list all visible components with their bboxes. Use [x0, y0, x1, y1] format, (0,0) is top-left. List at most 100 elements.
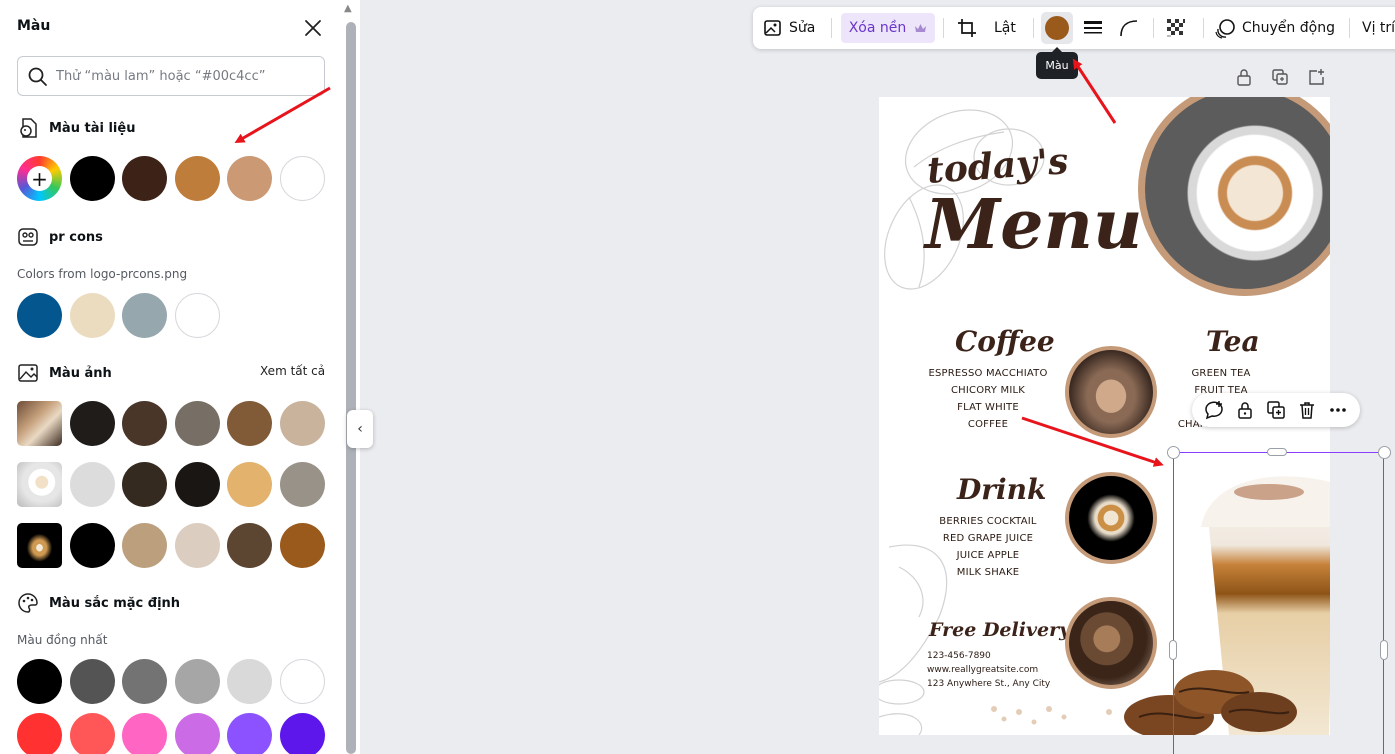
drink-item: BERRIES COCKTAIL [939, 516, 1037, 527]
duplicate-page-icon[interactable] [1271, 68, 1289, 86]
color-search-field[interactable] [17, 56, 325, 96]
default-color-swatch[interactable] [122, 659, 167, 704]
default-color-swatch[interactable] [174, 659, 220, 704]
photo-color-swatch[interactable] [174, 523, 220, 568]
toolbar-divider [1153, 18, 1154, 38]
document-color-swatch[interactable] [227, 156, 272, 201]
position-label: Vị trí [1362, 20, 1395, 36]
image-icon [18, 364, 38, 382]
default-color-swatch[interactable] [227, 713, 272, 754]
selection-box[interactable] [1173, 452, 1384, 754]
photo-color-swatch[interactable] [69, 523, 115, 568]
default-color-swatch[interactable] [279, 659, 325, 704]
default-color-swatch[interactable] [69, 659, 115, 704]
corner-rounding-button[interactable] [1119, 7, 1139, 49]
duplicate-icon[interactable] [1265, 399, 1287, 421]
drink-item: MILK SHAKE [956, 567, 1020, 578]
color-button[interactable] [1041, 12, 1073, 44]
crop-button[interactable] [956, 7, 978, 49]
coffee-item: FLAT WHITE [957, 402, 1019, 413]
photo-color-swatch[interactable] [279, 401, 325, 446]
search-input[interactable] [56, 65, 316, 87]
see-all-link[interactable]: Xem tất cả [260, 364, 325, 378]
corner-radius-icon [1120, 20, 1138, 37]
search-icon [28, 67, 47, 86]
brand-color-swatch[interactable] [69, 293, 115, 338]
resize-handle-left[interactable] [1169, 640, 1177, 660]
flip-label: Lật [994, 20, 1016, 36]
add-color-button[interactable]: + [17, 156, 62, 201]
default-color-swatch[interactable] [227, 659, 272, 704]
collapse-panel-button[interactable]: ‹ [347, 410, 373, 448]
resize-handle-right[interactable] [1380, 640, 1388, 660]
document-palette-icon [20, 118, 37, 138]
photo-color-swatch[interactable] [122, 401, 167, 446]
remove-background-button[interactable]: Xóa nền [841, 13, 935, 43]
document-color-swatch[interactable] [279, 156, 325, 201]
default-color-swatch[interactable] [122, 713, 167, 754]
add-page-icon[interactable] [1307, 68, 1325, 86]
page-actions [1235, 68, 1325, 86]
document-color-swatch[interactable] [69, 156, 115, 201]
photo-color-swatch[interactable] [69, 401, 115, 446]
brand-kit-icon [18, 228, 38, 246]
document-color-swatch[interactable] [122, 156, 167, 201]
resize-handle-top-left[interactable] [1167, 446, 1180, 459]
default-color-swatch[interactable] [279, 713, 325, 754]
photo-color-swatch[interactable] [122, 462, 167, 507]
photo-color-swatch[interactable] [174, 401, 220, 446]
iced-coffee-photo [1065, 346, 1157, 438]
close-icon[interactable] [302, 17, 324, 39]
brand-color-swatch[interactable] [122, 293, 167, 338]
photo-color-swatch[interactable] [227, 462, 272, 507]
brand-kit-title: pr cons [49, 229, 103, 245]
crown-icon [915, 23, 927, 32]
photo-colors-header: Màu ảnh [17, 362, 112, 384]
animate-button[interactable]: Chuyển động [1214, 7, 1335, 49]
delivery-address: 123 Anywhere St., Any City [927, 679, 1051, 689]
position-button[interactable]: Vị trí [1362, 7, 1395, 49]
scroll-up-icon[interactable]: ▲ [344, 3, 352, 14]
photo-thumb-latte[interactable] [17, 523, 62, 568]
drink-heading: Drink [957, 473, 1047, 506]
photo-color-swatch[interactable] [69, 462, 115, 507]
photo-color-swatch[interactable] [279, 523, 325, 568]
color-panel: Màu Màu tài liệu + pr cons Colors from l… [0, 0, 343, 754]
flip-button[interactable]: Lật [994, 7, 1016, 49]
default-color-swatch[interactable] [17, 713, 62, 754]
photo-color-swatch[interactable] [227, 523, 272, 568]
photo-color-swatch[interactable] [122, 523, 167, 568]
transparency-button[interactable] [1165, 7, 1187, 49]
edit-label: Sửa [789, 20, 816, 36]
brand-kit-subtitle: Colors from logo-prcons.png [17, 267, 188, 281]
brand-color-swatch[interactable] [17, 293, 62, 338]
selected-color-dot [1045, 16, 1069, 40]
add-comment-icon[interactable] [1203, 399, 1225, 421]
brand-kit-header: pr cons [17, 226, 103, 248]
lock-page-icon[interactable] [1235, 68, 1253, 86]
document-color-swatch[interactable] [174, 156, 220, 201]
resize-handle-top[interactable] [1267, 448, 1287, 456]
photo-color-swatch[interactable] [174, 462, 220, 507]
default-color-swatch[interactable] [174, 713, 220, 754]
border-style-button[interactable] [1083, 7, 1103, 49]
photo-color-swatch[interactable] [227, 401, 272, 446]
drink-item: JUICE APPLE [956, 550, 1020, 561]
default-color-swatch[interactable] [69, 713, 115, 754]
default-colors-title: Màu sắc mặc định [49, 595, 181, 611]
more-options-icon[interactable] [1327, 399, 1349, 421]
delete-icon[interactable] [1296, 399, 1318, 421]
photo-thumb-iced-coffee[interactable] [17, 401, 62, 446]
default-color-swatch[interactable] [17, 659, 62, 704]
lock-icon[interactable] [1234, 399, 1256, 421]
photo-color-swatch[interactable] [279, 462, 325, 507]
resize-handle-top-right[interactable] [1378, 446, 1391, 459]
photo-thumb-cappuccino[interactable] [17, 462, 62, 507]
delivery-phone: 123-456-7890 [927, 651, 991, 661]
edit-image-button[interactable]: Sửa [763, 7, 815, 49]
delivery-heading: Free Delivery [929, 619, 1071, 641]
scrollbar-thumb[interactable] [346, 22, 356, 754]
brand-color-swatch[interactable] [174, 293, 220, 338]
title-menu: Menu [925, 185, 1143, 265]
toolbar-divider [831, 18, 832, 38]
